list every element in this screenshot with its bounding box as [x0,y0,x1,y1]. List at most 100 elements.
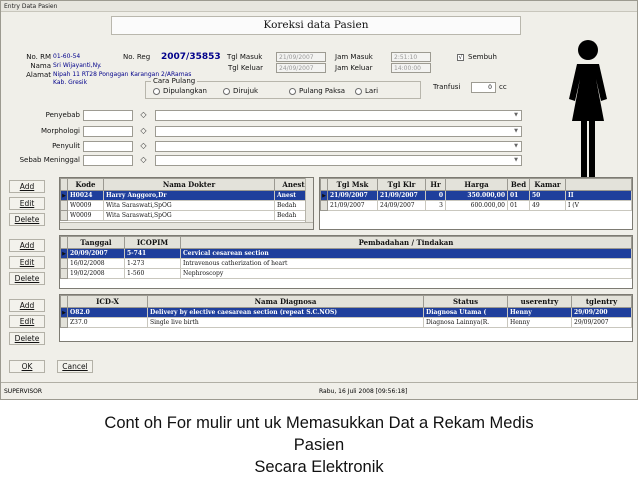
cell[interactable]: Delivery by elective caesarean section (… [147,307,424,318]
table-row[interactable]: 16/02/2008 1-273 Intravenous catherizati… [60,258,632,269]
cell[interactable]: Henny [507,307,572,318]
cell[interactable]: 21/09/2007 [327,200,378,211]
cell[interactable]: W0009 [67,210,104,221]
cell[interactable]: Cervical cesarean section [180,248,632,259]
horizontal-scrollbar[interactable] [60,222,313,229]
cell[interactable]: 1-273 [124,258,181,269]
dokter-delete-button[interactable]: Delete [9,213,45,226]
column-header[interactable] [565,178,632,191]
diagnosa-edit-button[interactable]: Edit [9,315,45,328]
eye-icon[interactable]: ◇ [137,126,150,137]
cell[interactable]: 21/09/2007 [377,190,426,201]
jam-keluar-field[interactable]: 14:00:00 [391,63,431,73]
table-row[interactable]: ▶ 21/09/2007 21/09/2007 0 350.000,00 01 … [320,190,632,201]
cell[interactable]: 19/02/2008 [67,268,125,279]
eye-icon[interactable]: ◇ [137,141,150,152]
cell[interactable]: 20/09/2007 [67,248,125,259]
sebab-meninggal-code-field[interactable] [83,155,133,166]
penyulit-combo[interactable]: ▼ [155,141,522,152]
table-row[interactable]: ▶ 20/09/2007 5-741 Cervical cesarean sec… [60,248,632,259]
diagnosa-add-button[interactable]: Add [9,299,45,312]
column-header[interactable]: Tgl Klr [377,178,426,191]
cell[interactable]: Nephroscopy [180,268,632,279]
cell[interactable]: 16/02/2008 [67,258,125,269]
cell[interactable]: Wita Saraswati,SpOG [103,210,275,221]
morphologi-code-field[interactable] [83,126,133,137]
column-header[interactable]: Kode [67,178,104,191]
column-header[interactable]: Kamar [529,178,566,191]
column-header[interactable]: Pembadahan / Tindakan [180,236,632,249]
column-header[interactable]: Harga [445,178,508,191]
tgl-keluar-field[interactable]: 24/09/2007 [276,63,326,73]
radio-pulang-paksa[interactable] [289,88,296,95]
radio-dipulangkan[interactable] [153,88,160,95]
vertical-scrollbar[interactable] [305,178,313,223]
cell[interactable]: Henny [507,317,572,328]
column-header[interactable]: Hr [425,178,446,191]
table-row[interactable]: ▶ H0024 Harry Anggoro,Dr Anest [60,190,313,201]
cell[interactable]: 600.000,00 [445,200,508,211]
cell[interactable]: Intravenous catherization of heart [180,258,632,269]
cell[interactable]: 29/09/200 [571,307,632,318]
eye-icon[interactable]: ◇ [137,110,150,121]
radio-lari[interactable] [355,88,362,95]
ok-button[interactable]: OK [9,360,45,373]
cell[interactable]: I (V [565,200,632,211]
table-row[interactable]: ▶ O82.0 Delivery by elective caesarean s… [60,307,632,318]
cell[interactable]: 49 [529,200,566,211]
column-header[interactable]: Status [423,295,508,308]
column-header[interactable]: ICD-X [67,295,148,308]
column-header[interactable]: tglentry [571,295,632,308]
cell[interactable]: II [565,190,632,201]
column-header[interactable]: Nama Diagnosa [147,295,424,308]
tindakan-grid[interactable]: Tanggal ICOPIM Pembadahan / Tindakan ▶ 2… [59,235,633,289]
cell[interactable]: 1-560 [124,268,181,279]
cell[interactable]: 01 [507,190,530,201]
penyebab-code-field[interactable] [83,110,133,121]
tindakan-add-button[interactable]: Add [9,239,45,252]
dokter-grid[interactable]: Kode Nama Dokter Anest ▶ H0024 Harry Ang… [59,177,314,230]
eye-icon[interactable]: ◇ [137,155,150,166]
cancel-button[interactable]: Cancel [57,360,93,373]
radio-dirujuk[interactable] [223,88,230,95]
cell[interactable]: 29/09/2007 [571,317,632,328]
tindakan-edit-button[interactable]: Edit [9,256,45,269]
column-header[interactable]: ICOPIM [124,236,181,249]
cell[interactable]: Single live birth [147,317,424,328]
cell[interactable]: 5-741 [124,248,181,259]
diagnosa-delete-button[interactable]: Delete [9,332,45,345]
column-header[interactable]: userentry [507,295,572,308]
penyulit-code-field[interactable] [83,141,133,152]
cell[interactable]: 24/09/2007 [377,200,426,211]
table-row[interactable]: W0009 Wita Saraswati,SpOG Bedah [60,200,313,211]
cell[interactable]: O82.0 [67,307,148,318]
column-header[interactable]: Nama Dokter [103,178,275,191]
cell[interactable]: 350.000,00 [445,190,508,201]
table-row[interactable]: 19/02/2008 1-560 Nephroscopy [60,268,632,279]
table-row[interactable]: W0009 Wita Saraswati,SpOG Bedah [60,210,313,221]
cell[interactable]: Diagnosa Lainnya(R. [423,317,508,328]
morphologi-combo[interactable]: ▼ [155,126,522,137]
diagnosa-grid[interactable]: ICD-X Nama Diagnosa Status userentry tgl… [59,294,633,342]
tgl-masuk-field[interactable]: 21/09/2007 [276,52,326,62]
cell[interactable]: W0009 [67,200,104,211]
cell[interactable]: 50 [529,190,566,201]
tindakan-delete-button[interactable]: Delete [9,272,45,285]
cell[interactable]: Wita Saraswati,SpOG [103,200,275,211]
cell[interactable]: 21/09/2007 [327,190,378,201]
cell[interactable]: 3 [425,200,446,211]
column-header[interactable]: Tanggal [67,236,125,249]
dokter-add-button[interactable]: Add [9,180,45,193]
penyebab-combo[interactable]: ▼ [155,110,522,121]
cell[interactable]: Diagnosa Utama ( [423,307,508,318]
table-row[interactable]: 21/09/2007 24/09/2007 3 600.000,00 01 49… [320,200,632,211]
kamar-grid[interactable]: Tgl Msk Tgl Klr Hr Harga Bed Kamar ▶ 21/… [319,177,633,230]
cell[interactable]: Harry Anggoro,Dr [103,190,275,201]
tranfusi-field[interactable]: 0 [471,82,496,93]
dokter-edit-button[interactable]: Edit [9,197,45,210]
column-header[interactable]: Tgl Msk [327,178,378,191]
column-header[interactable]: Bed [507,178,530,191]
cell[interactable]: 01 [507,200,530,211]
cell[interactable]: 0 [425,190,446,201]
sebab-meninggal-combo[interactable]: ▼ [155,155,522,166]
